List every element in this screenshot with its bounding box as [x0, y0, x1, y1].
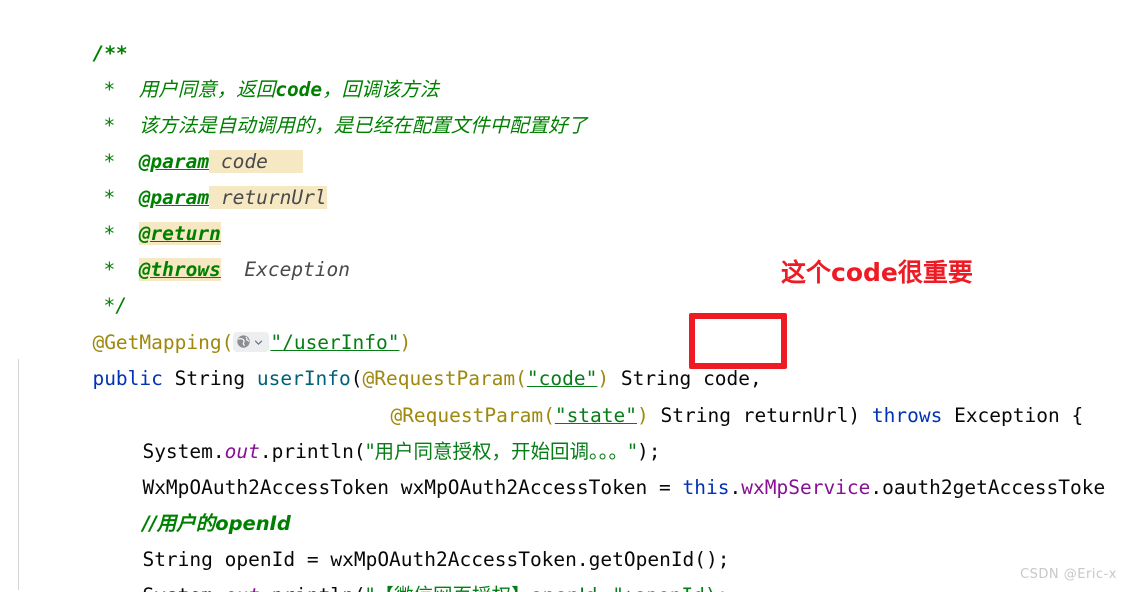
javadoc-throws-value: Exception [244, 258, 351, 281]
token-variable: wxMpOAuth2AccessToken [400, 476, 648, 499]
red-callout-text: 这个code很重要 [781, 258, 973, 287]
csdn-watermark: CSDN @Eric-x [1020, 567, 1117, 582]
javadoc-param-returnurl-value: returnUrl [220, 186, 327, 209]
javadoc-throws-tag: @throws [138, 258, 221, 281]
code-line-getmapping: @GetMapping("/userInfo") [22, 289, 411, 354]
red-highlight-box [689, 313, 787, 369]
code-line-javadoc-open: /** [22, 0, 127, 65]
field-wxmpservice: wxMpService [741, 476, 871, 499]
code-line-javadoc-param-code: * @param code [33, 108, 304, 173]
code-surface: /** * 用户同意，返回code，回调该方法 * 该方法是自动调用的，是已经在… [0, 0, 1129, 592]
code-line-openid-declaration: String openId = wxMpOAuth2AccessToken.ge… [72, 506, 729, 571]
code-line-token-assignment: WxMpOAuth2AccessToken wxMpOAuth2AccessTo… [142, 476, 1106, 499]
keyword-public: public [92, 367, 163, 390]
code-editor-screenshot: /** * 用户同意，返回code，回调该方法 * 该方法是自动调用的，是已经在… [0, 0, 1129, 592]
code-line-javadoc-return: * @return [33, 180, 221, 245]
code-line-comment-openid: //用户的openId [72, 470, 290, 535]
code-line-javadoc-throws: * @throws Exception [33, 216, 350, 281]
type-exception: Exception [954, 404, 1060, 427]
brace-open: { [1071, 404, 1084, 427]
code-line-javadoc-desc-2: * 该方法是自动调用的，是已经在配置文件中配置好了 [33, 72, 587, 137]
system-class: System [142, 584, 212, 592]
code-line-javadoc-desc-1: * 用户同意，返回code，回调该方法 [33, 36, 439, 101]
code-line-javadoc-param-returnurl: * @param returnUrl [33, 144, 327, 209]
out-field: out [225, 584, 260, 592]
code-line-javadoc-close: */ [33, 252, 126, 317]
return-type-string: String [174, 367, 246, 390]
param-type-string-2: String [660, 404, 731, 427]
assignment-operator: = [659, 476, 671, 499]
println-openid-concat: +openId); [623, 584, 729, 592]
println-method: println [272, 584, 354, 592]
code-line-println-callback: System.out.println("用户同意授权，开始回调。。。"); [142, 440, 661, 463]
param-name-returnurl: returnUrl) [742, 404, 861, 427]
println-openid-string: "【微信网页授权】openId=" [366, 584, 623, 592]
keyword-this: this [682, 476, 730, 499]
keyword-throws: throws [871, 404, 943, 427]
code-line-method-signature: public String userInfo(@RequestParam("co… [92, 367, 762, 390]
code-line-println-openid: System.out.println("【微信网页授权】openId="+ope… [72, 542, 728, 592]
call-oauth2getaccesstoken: oauth2getAccessToke [882, 476, 1106, 499]
